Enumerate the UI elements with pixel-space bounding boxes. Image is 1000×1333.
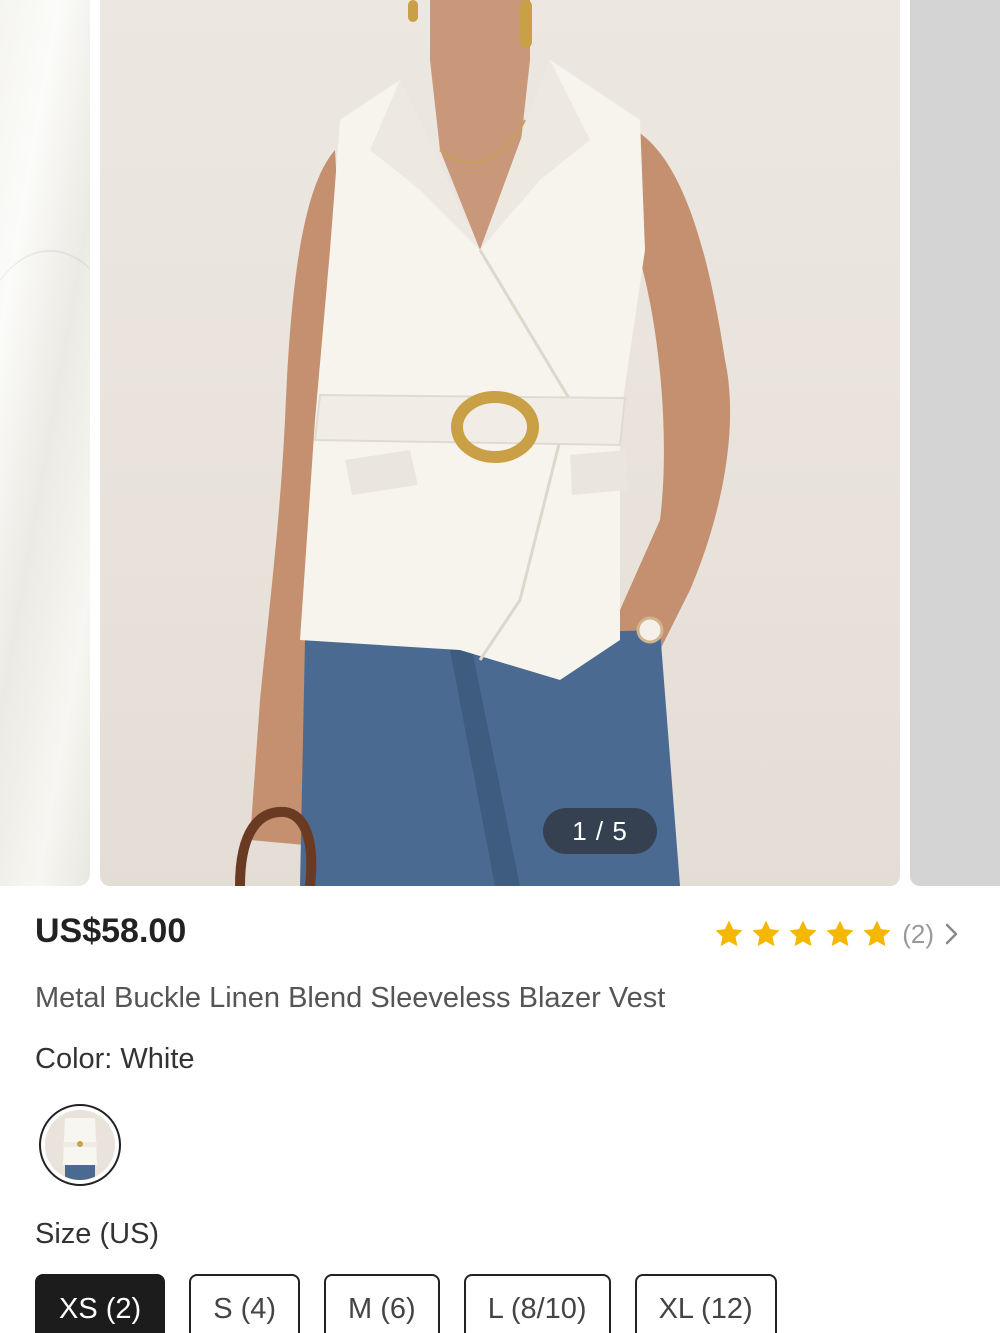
rating-link[interactable]: (2) [712,912,960,956]
product-title: Metal Buckle Linen Blend Sleeveless Blaz… [35,982,666,1014]
color-swatch-white[interactable] [39,1104,121,1186]
star-icon [712,917,746,951]
previous-image-preview[interactable] [0,0,90,886]
product-photo-illustration [235,0,731,886]
chevron-right-icon [944,922,960,946]
color-value: White [120,1043,195,1075]
color-swatch-thumbnail [45,1110,115,1180]
product-image[interactable]: 1 / 5 [100,0,900,886]
product-detail-page: 1 / 5 US$58.00 (2) Metal Buckle Linen Bl… [0,0,1000,1333]
star-icon [786,917,820,951]
star-icon [823,917,857,951]
image-counter: 1 / 5 [543,808,657,854]
size-label: Size (US) [35,1218,160,1250]
star-icon [860,917,894,951]
star-icon [749,917,783,951]
next-image-preview[interactable] [910,0,1000,886]
color-label: Color: [35,1043,121,1075]
size-option[interactable]: S (4) [189,1274,301,1333]
image-gallery[interactable]: 1 / 5 [0,0,1000,886]
size-option[interactable]: XS (2) [35,1274,166,1333]
size-option[interactable]: M (6) [324,1274,440,1333]
color-row: Color: White [35,1043,195,1076]
product-price: US$58.00 [35,912,187,950]
size-option[interactable]: XL (12) [634,1274,777,1333]
rating-stars [712,917,894,951]
size-option[interactable]: L (8/10) [463,1274,611,1333]
size-options: XS (2) S (4) M (6) L (8/10) XL (12) [35,1274,777,1333]
review-count: (2) [902,918,934,949]
